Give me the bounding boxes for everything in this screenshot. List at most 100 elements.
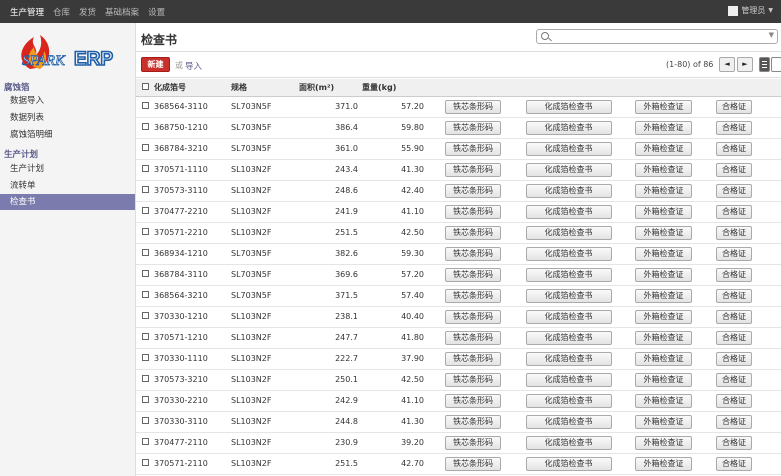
sidebar-item-foil-detail[interactable]: 腐蚀箔明细 <box>0 127 135 143</box>
row-checkbox[interactable] <box>142 270 149 277</box>
outer-box-certificate-button[interactable]: 外箱检查证 <box>635 351 692 366</box>
foil-inspection-report-button[interactable]: 化成箔检查书 <box>525 309 612 324</box>
qualification-certificate-button[interactable]: 合格证 <box>716 267 752 282</box>
foil-inspection-report-button[interactable]: 化成箔检查书 <box>525 393 612 408</box>
outer-box-certificate-button[interactable]: 外箱检查证 <box>635 204 692 219</box>
top-menu-settings[interactable]: 设置 <box>148 6 165 18</box>
foil-inspection-report-button[interactable]: 化成箔检查书 <box>525 162 612 177</box>
table-row[interactable]: 370477-2110 SL103N2F 230.9 39.20 铁芯条形码 化成箔检查书… <box>136 432 781 454</box>
foil-inspection-report-button[interactable]: 化成箔检查书 <box>525 288 612 303</box>
core-barcode-button[interactable]: 铁芯条形码 <box>445 309 501 324</box>
qualification-certificate-button[interactable]: 合格证 <box>716 288 752 303</box>
qualification-certificate-button[interactable]: 合格证 <box>716 351 752 366</box>
outer-box-certificate-button[interactable]: 外箱检查证 <box>635 414 692 429</box>
outer-box-certificate-button[interactable]: 外箱检查证 <box>635 435 692 450</box>
row-checkbox[interactable] <box>142 144 149 151</box>
table-row[interactable]: 370571-2110 SL103N2F 251.5 42.70 铁芯条形码 化成箔检查书… <box>136 453 781 475</box>
qualification-certificate-button[interactable]: 合格证 <box>716 414 752 429</box>
top-menu-master-data[interactable]: 基础档案 <box>105 6 139 18</box>
table-row[interactable]: 370573-3110 SL103N2F 248.6 42.40 铁芯条形码 化成箔检查书… <box>136 180 781 202</box>
row-checkbox[interactable] <box>142 228 149 235</box>
row-checkbox[interactable] <box>142 291 149 298</box>
outer-box-certificate-button[interactable]: 外箱检查证 <box>635 225 692 240</box>
outer-box-certificate-button[interactable]: 外箱检查证 <box>635 99 692 114</box>
pager-status[interactable]: (1-80) of 86 <box>666 60 713 69</box>
core-barcode-button[interactable]: 铁芯条形码 <box>445 120 501 135</box>
row-checkbox[interactable] <box>142 123 149 130</box>
row-checkbox[interactable] <box>142 207 149 214</box>
outer-box-certificate-button[interactable]: 外箱检查证 <box>635 393 692 408</box>
table-row[interactable]: 370571-1210 SL103N2F 247.7 41.80 铁芯条形码 化成箔检查书… <box>136 327 781 349</box>
qualification-certificate-button[interactable]: 合格证 <box>716 225 752 240</box>
row-checkbox[interactable] <box>142 186 149 193</box>
table-row[interactable]: 370330-1110 SL103N2F 222.7 37.90 铁芯条形码 化成箔检查书… <box>136 348 781 370</box>
prev-page-button[interactable]: ◄ <box>719 57 735 72</box>
core-barcode-button[interactable]: 铁芯条形码 <box>445 246 501 261</box>
outer-box-certificate-button[interactable]: 外箱检查证 <box>635 309 692 324</box>
row-checkbox[interactable] <box>142 375 149 382</box>
core-barcode-button[interactable]: 铁芯条形码 <box>445 141 501 156</box>
core-barcode-button[interactable]: 铁芯条形码 <box>445 288 501 303</box>
core-barcode-button[interactable]: 铁芯条形码 <box>445 99 501 114</box>
qualification-certificate-button[interactable]: 合格证 <box>716 204 752 219</box>
core-barcode-button[interactable]: 铁芯条形码 <box>445 162 501 177</box>
core-barcode-button[interactable]: 铁芯条形码 <box>445 204 501 219</box>
outer-box-certificate-button[interactable]: 外箱检查证 <box>635 141 692 156</box>
qualification-certificate-button[interactable]: 合格证 <box>716 309 752 324</box>
sidebar-item-data-list[interactable]: 数据列表 <box>0 110 135 126</box>
row-checkbox[interactable] <box>142 333 149 340</box>
core-barcode-button[interactable]: 铁芯条形码 <box>445 372 501 387</box>
core-barcode-button[interactable]: 铁芯条形码 <box>445 267 501 282</box>
table-row[interactable]: 368564-3210 SL703N5F 371.5 57.40 铁芯条形码 化成箔检查书… <box>136 285 781 307</box>
qualification-certificate-button[interactable]: 合格证 <box>716 393 752 408</box>
foil-inspection-report-button[interactable]: 化成箔检查书 <box>525 183 612 198</box>
row-checkbox[interactable] <box>142 438 149 445</box>
table-row[interactable]: 368784-3210 SL703N5F 361.0 55.90 铁芯条形码 化成箔检查书… <box>136 138 781 160</box>
col-header-weight[interactable]: 重量(kg) <box>362 79 428 97</box>
foil-inspection-report-button[interactable]: 化成箔检查书 <box>525 330 612 345</box>
sidebar-item-inspection-report[interactable]: 检查书 <box>0 194 135 210</box>
col-header-area[interactable]: 面积(m²) <box>299 79 362 97</box>
outer-box-certificate-button[interactable]: 外箱检查证 <box>635 456 692 471</box>
core-barcode-button[interactable]: 铁芯条形码 <box>445 330 501 345</box>
col-header-foil-no[interactable]: 化成箔号 <box>154 79 231 97</box>
outer-box-certificate-button[interactable]: 外箱检查证 <box>635 162 692 177</box>
table-row[interactable]: 370330-2210 SL103N2F 242.9 41.10 铁芯条形码 化成箔检查书… <box>136 390 781 412</box>
core-barcode-button[interactable]: 铁芯条形码 <box>445 393 501 408</box>
core-barcode-button[interactable]: 铁芯条形码 <box>445 183 501 198</box>
import-link[interactable]: 导入 <box>185 60 202 72</box>
form-view-button[interactable] <box>771 57 781 72</box>
qualification-certificate-button[interactable]: 合格证 <box>716 330 752 345</box>
foil-inspection-report-button[interactable]: 化成箔检查书 <box>525 120 612 135</box>
foil-inspection-report-button[interactable]: 化成箔检查书 <box>525 414 612 429</box>
qualification-certificate-button[interactable]: 合格证 <box>716 456 752 471</box>
row-checkbox[interactable] <box>142 396 149 403</box>
list-view-button[interactable] <box>759 57 770 72</box>
table-row[interactable]: 370571-2210 SL103N2F 251.5 42.50 铁芯条形码 化成箔检查书… <box>136 222 781 244</box>
sidebar-item-production-plan[interactable]: 生产计划 <box>0 161 135 177</box>
row-checkbox[interactable] <box>142 354 149 361</box>
foil-inspection-report-button[interactable]: 化成箔检查书 <box>525 351 612 366</box>
foil-inspection-report-button[interactable]: 化成箔检查书 <box>525 372 612 387</box>
qualification-certificate-button[interactable]: 合格证 <box>716 372 752 387</box>
table-row[interactable]: 370573-3210 SL103N2F 250.1 42.50 铁芯条形码 化成箔检查书… <box>136 369 781 391</box>
row-checkbox[interactable] <box>142 459 149 466</box>
row-checkbox[interactable] <box>142 165 149 172</box>
next-page-button[interactable]: ► <box>737 57 753 72</box>
foil-inspection-report-button[interactable]: 化成箔检查书 <box>525 204 612 219</box>
foil-inspection-report-button[interactable]: 化成箔检查书 <box>525 456 612 471</box>
qualification-certificate-button[interactable]: 合格证 <box>716 183 752 198</box>
search-input[interactable]: ▼ <box>536 29 778 44</box>
qualification-certificate-button[interactable]: 合格证 <box>716 246 752 261</box>
user-menu[interactable]: 管理员 ▼ <box>728 5 773 16</box>
table-row[interactable]: 370477-2210 SL103N2F 241.9 41.10 铁芯条形码 化成箔检查书… <box>136 201 781 223</box>
qualification-certificate-button[interactable]: 合格证 <box>716 99 752 114</box>
row-checkbox[interactable] <box>142 312 149 319</box>
chevron-down-icon[interactable]: ▼ <box>769 31 774 39</box>
table-row[interactable]: 370330-1210 SL103N2F 238.1 40.40 铁芯条形码 化成箔检查书… <box>136 306 781 328</box>
outer-box-certificate-button[interactable]: 外箱检查证 <box>635 183 692 198</box>
outer-box-certificate-button[interactable]: 外箱检查证 <box>635 120 692 135</box>
sidebar-item-data-import[interactable]: 数据导入 <box>0 93 135 109</box>
outer-box-certificate-button[interactable]: 外箱检查证 <box>635 330 692 345</box>
outer-box-certificate-button[interactable]: 外箱检查证 <box>635 246 692 261</box>
